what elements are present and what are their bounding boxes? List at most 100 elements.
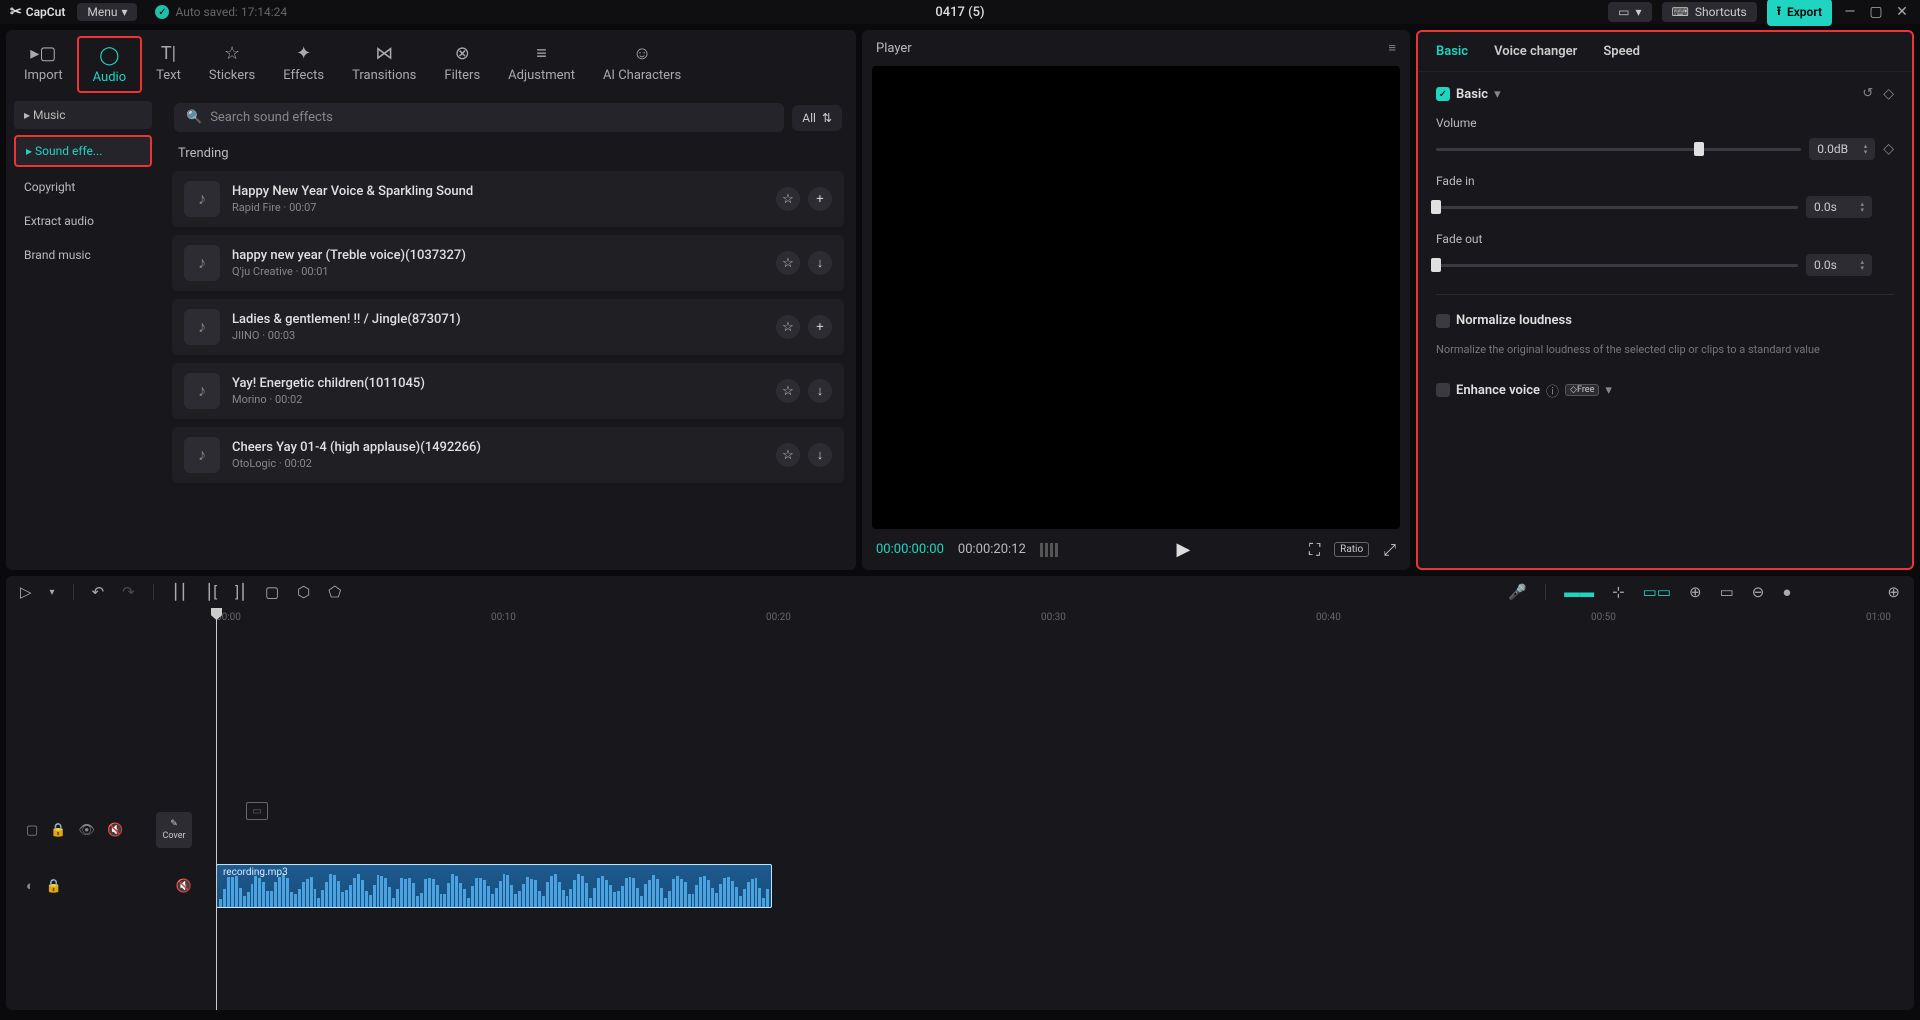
lock-icon[interactable]: 🔒 <box>50 823 66 838</box>
marker-tool[interactable]: ⬡ <box>297 583 310 601</box>
shortcuts-button[interactable]: ⌨Shortcuts <box>1662 2 1757 22</box>
note-icon: ♪ <box>184 181 220 217</box>
pointer-tool[interactable]: ▷ <box>20 583 32 601</box>
player-menu-icon[interactable]: ≡ <box>1388 40 1396 56</box>
enhance-checkbox[interactable] <box>1436 383 1450 397</box>
download-button[interactable]: ↓ <box>808 379 832 403</box>
sidebar-item-music[interactable]: ▸ Music <box>14 101 152 129</box>
tab-ai-characters[interactable]: ☺AI Characters <box>589 36 695 93</box>
mute-icon[interactable]: 🔇 <box>176 879 192 894</box>
info-icon[interactable]: ⓘ <box>1546 381 1559 400</box>
sound-item[interactable]: ♪ Cheers Yay 01-4 (high applause)(149226… <box>172 427 844 483</box>
zoom-out-icon[interactable]: ⊖ <box>1752 583 1765 601</box>
snap-tool-1[interactable]: ▬▬ <box>1564 583 1594 601</box>
tab-voice-changer[interactable]: Voice changer <box>1494 44 1577 59</box>
zoom-in-icon[interactable]: ⊕ <box>1887 583 1900 601</box>
tab-effects[interactable]: ✦Effects <box>269 36 338 93</box>
tab-filters[interactable]: ⊗Filters <box>430 36 494 93</box>
favorite-button[interactable]: ☆ <box>776 379 800 403</box>
snap-tool-2[interactable]: ▭▭ <box>1643 583 1671 601</box>
tab-audio[interactable]: ◯Audio <box>77 36 142 93</box>
tab-basic[interactable]: Basic <box>1436 44 1468 59</box>
normalize-desc: Normalize the original loudness of the s… <box>1436 342 1894 359</box>
volume-value[interactable]: 0.0dB▴▾ <box>1809 138 1875 160</box>
level-meter <box>1040 543 1058 557</box>
track-toggle-icon[interactable]: ◐ <box>26 878 34 894</box>
basic-checkbox[interactable]: ✓ <box>1436 87 1450 101</box>
undo-button[interactable]: ↶ <box>92 583 105 601</box>
mute-icon[interactable]: 🔇 <box>107 823 123 838</box>
sound-item[interactable]: ♪ Ladies & gentlemen! !! / Jingle(873071… <box>172 299 844 355</box>
sound-item[interactable]: ♪ Yay! Energetic children(1011045)Morino… <box>172 363 844 419</box>
layout-button[interactable]: ▭▾ <box>1608 2 1651 22</box>
favorite-button[interactable]: ☆ <box>776 443 800 467</box>
sidebar-item-extract-audio[interactable]: Extract audio <box>14 207 152 235</box>
favorite-button[interactable]: ☆ <box>776 315 800 339</box>
shield-tool[interactable]: ⬠ <box>328 583 341 601</box>
split-left-tool[interactable]: ⎮[ <box>205 583 217 601</box>
sidebar-item-brand-music[interactable]: Brand music <box>14 241 152 269</box>
transitions-icon: ⋈ <box>375 42 393 64</box>
add-button[interactable]: + <box>808 315 832 339</box>
maximize-button[interactable]: ▢ <box>1868 4 1884 20</box>
keyframe-icon[interactable]: ◇ <box>1883 86 1894 102</box>
tab-text[interactable]: T|Text <box>142 36 195 93</box>
preview-tool[interactable]: ▭ <box>1720 583 1734 601</box>
volume-slider[interactable] <box>1436 148 1801 151</box>
export-button[interactable]: ⭱Export <box>1767 0 1832 26</box>
download-button[interactable]: ↓ <box>808 251 832 275</box>
search-input[interactable]: 🔍 Search sound effects <box>174 103 784 132</box>
ai-icon: ☺ <box>633 42 651 64</box>
keyframe-icon[interactable]: ◇ <box>1883 141 1894 157</box>
add-button[interactable]: + <box>808 187 832 211</box>
sidebar-item-copyright[interactable]: Copyright <box>14 173 152 201</box>
tab-import[interactable]: ▸▢Import <box>10 36 77 93</box>
split-right-tool[interactable]: ]⎮ <box>235 583 247 601</box>
play-button[interactable]: ▶ <box>1176 539 1190 560</box>
tab-stickers[interactable]: ☆Stickers <box>195 36 269 93</box>
fadeout-value[interactable]: 0.0s▴▾ <box>1806 254 1872 276</box>
fullscreen-icon[interactable]: ⤢ <box>1383 540 1396 560</box>
player-viewport[interactable] <box>872 66 1400 529</box>
tab-adjustment[interactable]: ≡Adjustment <box>494 36 589 93</box>
mic-icon[interactable]: 🎤 <box>1508 583 1527 601</box>
sound-item[interactable]: ♪ Happy New Year Voice & Sparkling Sound… <box>172 171 844 227</box>
fadein-slider[interactable] <box>1436 206 1798 209</box>
eye-icon[interactable]: 👁 <box>78 823 95 838</box>
sound-item[interactable]: ♪ happy new year (Treble voice)(1037327)… <box>172 235 844 291</box>
split-tool[interactable]: ⎮⎮ <box>172 583 188 601</box>
align-tool[interactable]: ⊹ <box>1612 583 1625 601</box>
playhead[interactable] <box>216 608 217 1010</box>
link-tool[interactable]: ⊕ <box>1689 583 1702 601</box>
fadein-value[interactable]: 0.0s▴▾ <box>1806 196 1872 218</box>
menu-button[interactable]: Menu▾ <box>77 3 137 21</box>
focus-icon[interactable]: ⛶ <box>1309 540 1320 560</box>
favorite-button[interactable]: ☆ <box>776 251 800 275</box>
delete-tool[interactable]: ▢ <box>265 583 279 601</box>
chevron-down-icon[interactable]: ▾ <box>50 587 55 598</box>
zoom-handle-icon[interactable]: ● <box>1782 583 1791 601</box>
close-button[interactable]: ✕ <box>1894 4 1910 20</box>
chevron-down-icon[interactable]: ▾ <box>1494 87 1501 102</box>
track-toggle-icon[interactable]: ▢ <box>26 823 38 838</box>
sidebar-item-sound-effects[interactable]: ▸ Sound effe... <box>14 135 152 167</box>
timecode-duration: 00:00:20:12 <box>958 542 1026 557</box>
audio-clip[interactable]: recording.mp3 <box>216 864 772 908</box>
minimize-button[interactable]: — <box>1842 4 1858 20</box>
reset-icon[interactable]: ↺ <box>1862 86 1873 102</box>
download-button[interactable]: ↓ <box>808 443 832 467</box>
tab-transitions[interactable]: ⋈Transitions <box>338 36 430 93</box>
favorite-button[interactable]: ☆ <box>776 187 800 211</box>
chevron-down-icon[interactable]: ▾ <box>1605 383 1612 398</box>
cover-button[interactable]: ✎Cover <box>156 812 192 848</box>
fadeout-slider[interactable] <box>1436 264 1798 267</box>
redo-button[interactable]: ↷ <box>122 583 135 601</box>
search-icon: 🔍 <box>186 110 202 125</box>
lock-icon[interactable]: 🔒 <box>46 879 62 894</box>
filter-all-button[interactable]: All⇅ <box>792 105 842 131</box>
ratio-button[interactable]: Ratio <box>1334 542 1369 557</box>
time-ruler[interactable]: 00:00 00:10 00:20 00:30 00:40 00:50 01:0… <box>206 608 1914 632</box>
player-panel: Player ≡ 00:00:00:00 00:00:20:12 ▶ ⛶ Rat… <box>862 30 1410 570</box>
tab-speed[interactable]: Speed <box>1603 44 1640 59</box>
normalize-checkbox[interactable] <box>1436 314 1450 328</box>
